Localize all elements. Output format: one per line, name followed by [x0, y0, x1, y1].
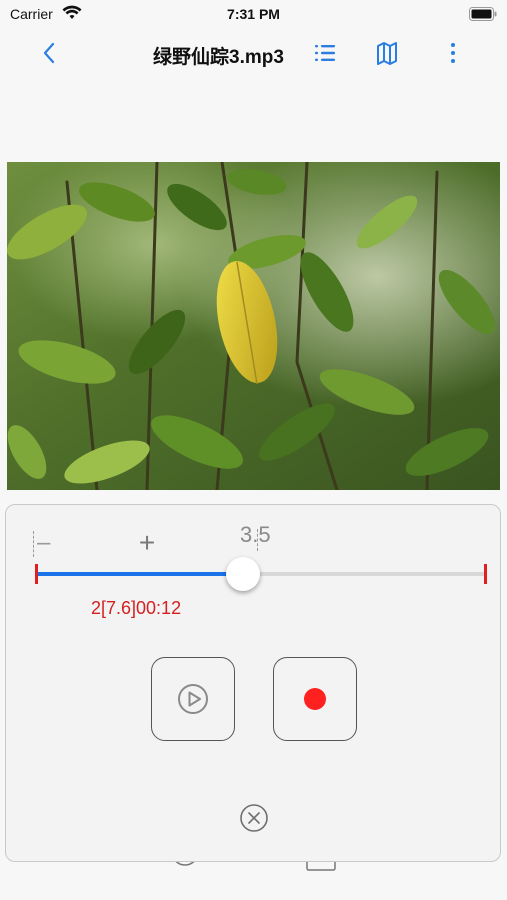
- page-title: 绿野仙踪3.mp3: [153, 47, 284, 68]
- album-artwork: [7, 162, 500, 490]
- progress-track[interactable]: [36, 572, 486, 576]
- navigation-bar: 绿野仙踪3.mp3: [0, 30, 507, 76]
- progress-fill: [36, 572, 243, 576]
- player-control-panel: – + 3.5 2[7.6]00:12: [5, 504, 501, 862]
- loop-start-marker[interactable]: [35, 564, 38, 584]
- minus-label: –: [37, 529, 51, 556]
- list-icon[interactable]: [312, 40, 338, 66]
- speed-value: 3.5: [240, 522, 271, 547]
- speed-increase-button[interactable]: +: [134, 529, 160, 557]
- speed-decrease-button[interactable]: –: [33, 529, 63, 559]
- record-icon: [304, 688, 326, 710]
- start-tick: [33, 531, 34, 557]
- loop-end-marker[interactable]: [484, 564, 487, 584]
- progress-thumb[interactable]: [226, 557, 260, 591]
- more-vertical-icon[interactable]: [440, 40, 466, 66]
- status-bar: Carrier 7:31 PM: [0, 0, 507, 28]
- map-icon[interactable]: [374, 40, 400, 66]
- close-icon[interactable]: [239, 803, 269, 833]
- position-label: 2[7.6]00:12: [91, 598, 182, 618]
- clock: 7:31 PM: [227, 6, 280, 22]
- battery-icon: [469, 7, 497, 21]
- play-icon: [178, 684, 208, 714]
- play-button[interactable]: [151, 657, 235, 741]
- record-button[interactable]: [273, 657, 357, 741]
